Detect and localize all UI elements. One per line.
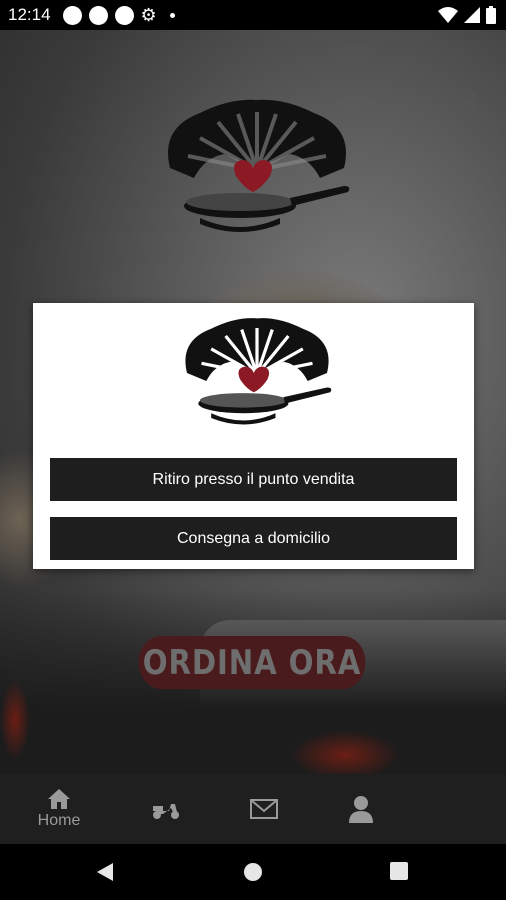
order-type-dialog: Ritiro presso il punto vendita Consegna …: [33, 303, 474, 569]
system-icons: [438, 6, 496, 24]
gear-icon: ⚙: [140, 5, 157, 25]
signal-icon: [464, 7, 480, 23]
status-time: 12:14: [8, 5, 51, 24]
back-icon[interactable]: [96, 862, 114, 882]
home-circle-icon[interactable]: [243, 862, 263, 882]
delivery-button[interactable]: Consegna a domicilio: [50, 517, 457, 560]
user-icon: [349, 796, 373, 823]
brand-logo: [185, 318, 332, 425]
recents-icon[interactable]: [390, 862, 408, 880]
bottom-tab-bar: Home: [0, 774, 506, 844]
circle-icon: [62, 5, 82, 25]
tab-contact[interactable]: [232, 774, 296, 844]
mail-icon: [250, 799, 278, 819]
circle-icon: [114, 5, 134, 25]
brand-logo: [168, 99, 350, 232]
pickup-button[interactable]: Ritiro presso il punto vendita: [50, 458, 457, 501]
order-now-button[interactable]: ORDINA ORA: [138, 636, 366, 689]
dot-icon: [169, 12, 175, 18]
tab-delivery[interactable]: [134, 774, 198, 844]
tab-home-label: Home: [37, 812, 81, 829]
tab-profile[interactable]: [329, 774, 393, 844]
scooter-icon: [153, 804, 179, 819]
tab-home[interactable]: Home: [27, 774, 91, 844]
wifi-icon: [438, 7, 458, 23]
battery-icon: [486, 6, 496, 24]
home-icon: [48, 789, 70, 809]
notification-icons: ⚙: [62, 5, 175, 25]
circle-icon: [88, 5, 108, 25]
info-icon[interactable]: i: [467, 88, 478, 123]
status-bar: 12:14 ⚙: [0, 0, 506, 30]
system-nav-bar: [0, 844, 506, 900]
